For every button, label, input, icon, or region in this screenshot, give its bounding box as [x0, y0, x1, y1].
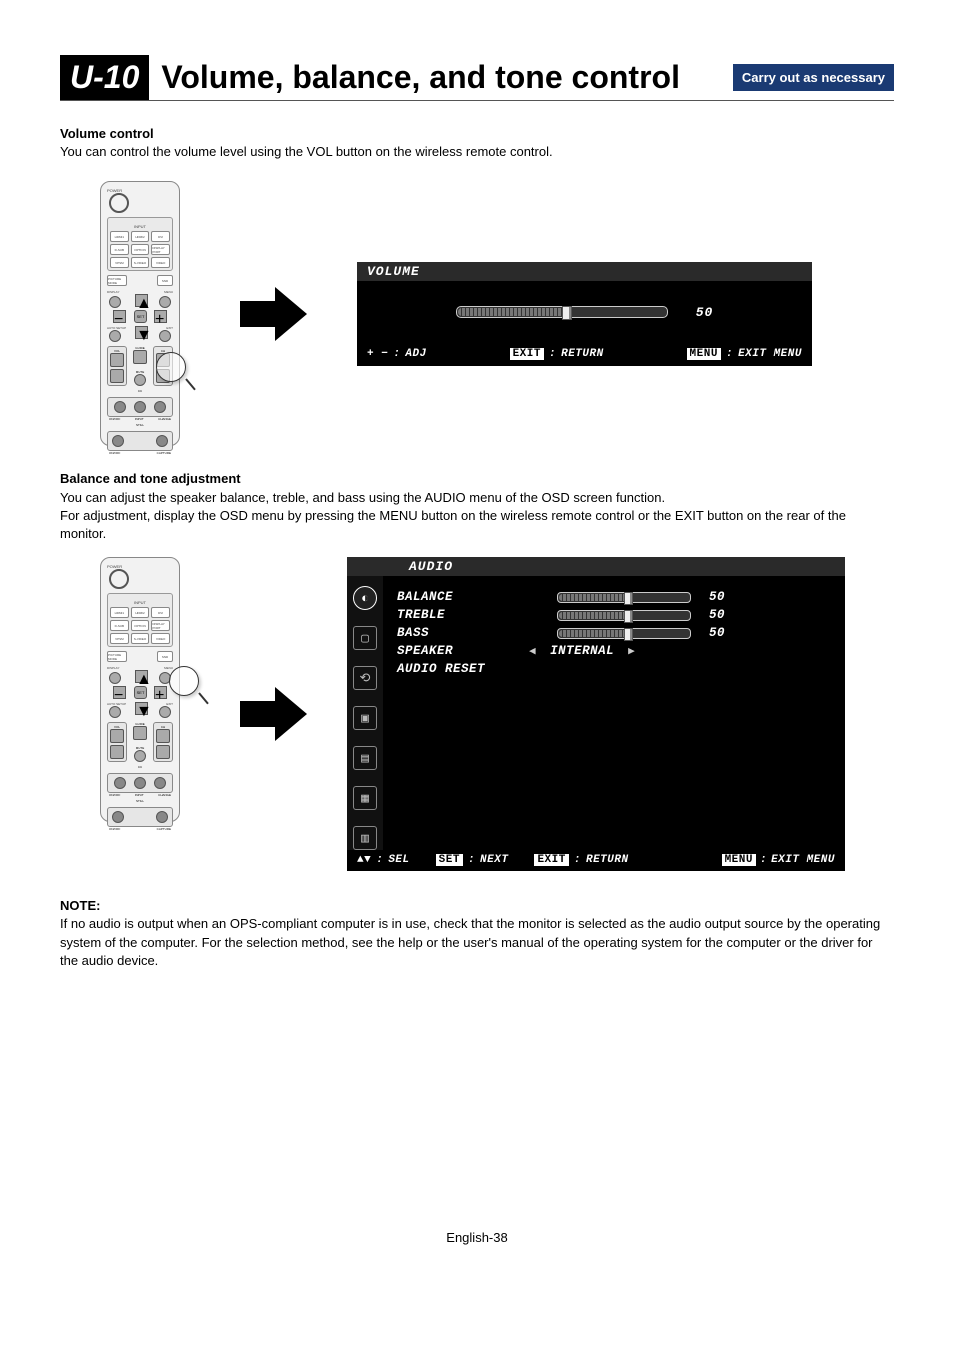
tab-multi-icon: ▦	[353, 786, 377, 810]
triangle-left-icon: ◀	[529, 644, 536, 658]
page-header: U-10 Volume, balance, and tone control C…	[60, 55, 894, 101]
arrow-icon	[240, 687, 307, 741]
volume-slider	[456, 306, 668, 318]
power-button-icon	[109, 193, 129, 213]
note-heading: NOTE:	[60, 897, 894, 915]
note-body: If no audio is output when an OPS-compli…	[60, 915, 894, 970]
balance-heading: Balance and tone adjustment	[60, 470, 894, 488]
osd-volume-title: VOLUME	[357, 262, 812, 281]
balance-body-1: You can adjust the speaker balance, treb…	[60, 489, 894, 507]
section-badge: U-10	[60, 55, 149, 100]
volume-control-heading: Volume control	[60, 125, 894, 143]
tab-protect-icon: ▥	[353, 826, 377, 850]
carry-out-box: Carry out as necessary	[733, 64, 894, 91]
remote-illustration-2: POWER INPUT HDMI1HDMI2DVI D-SUBOPTIONDIS…	[100, 557, 180, 822]
volume-value: 50	[696, 305, 714, 320]
volume-control-body: You can control the volume level using t…	[60, 143, 894, 161]
tab-pip-icon: ▣	[353, 706, 377, 730]
tab-audio-icon: ◐	[353, 586, 377, 610]
osd-volume-screenshot: VOLUME 50 + −:ADJ EXIT:RETURN MENU:EXIT …	[357, 262, 812, 366]
tab-schedule-icon: ⟲	[353, 666, 377, 690]
balance-body-2: For adjustment, display the OSD menu by …	[60, 507, 894, 543]
osd-side-tabs: ◐ ▢ ⟲ ▣ ▤ ▦ ▥	[347, 576, 383, 850]
osd-audio-title: AUDIO	[347, 557, 845, 576]
tab-picture-icon: ▢	[353, 626, 377, 650]
section-title: Volume, balance, and tone control	[161, 59, 733, 96]
magnifier-icon	[169, 666, 199, 696]
page-number: English-38	[60, 1230, 894, 1245]
triangle-right-icon: ▶	[628, 644, 635, 658]
magnifier-icon	[156, 352, 186, 382]
osd-audio-screenshot: AUDIO ◐ ▢ ⟲ ▣ ▤ ▦ ▥ BALANCE 50	[347, 557, 845, 871]
arrow-icon	[240, 287, 307, 341]
remote-illustration: POWER INPUT HDMI1HDMI2DVI D-SUBOPTIONDIS…	[100, 181, 180, 446]
tab-osd-icon: ▤	[353, 746, 377, 770]
